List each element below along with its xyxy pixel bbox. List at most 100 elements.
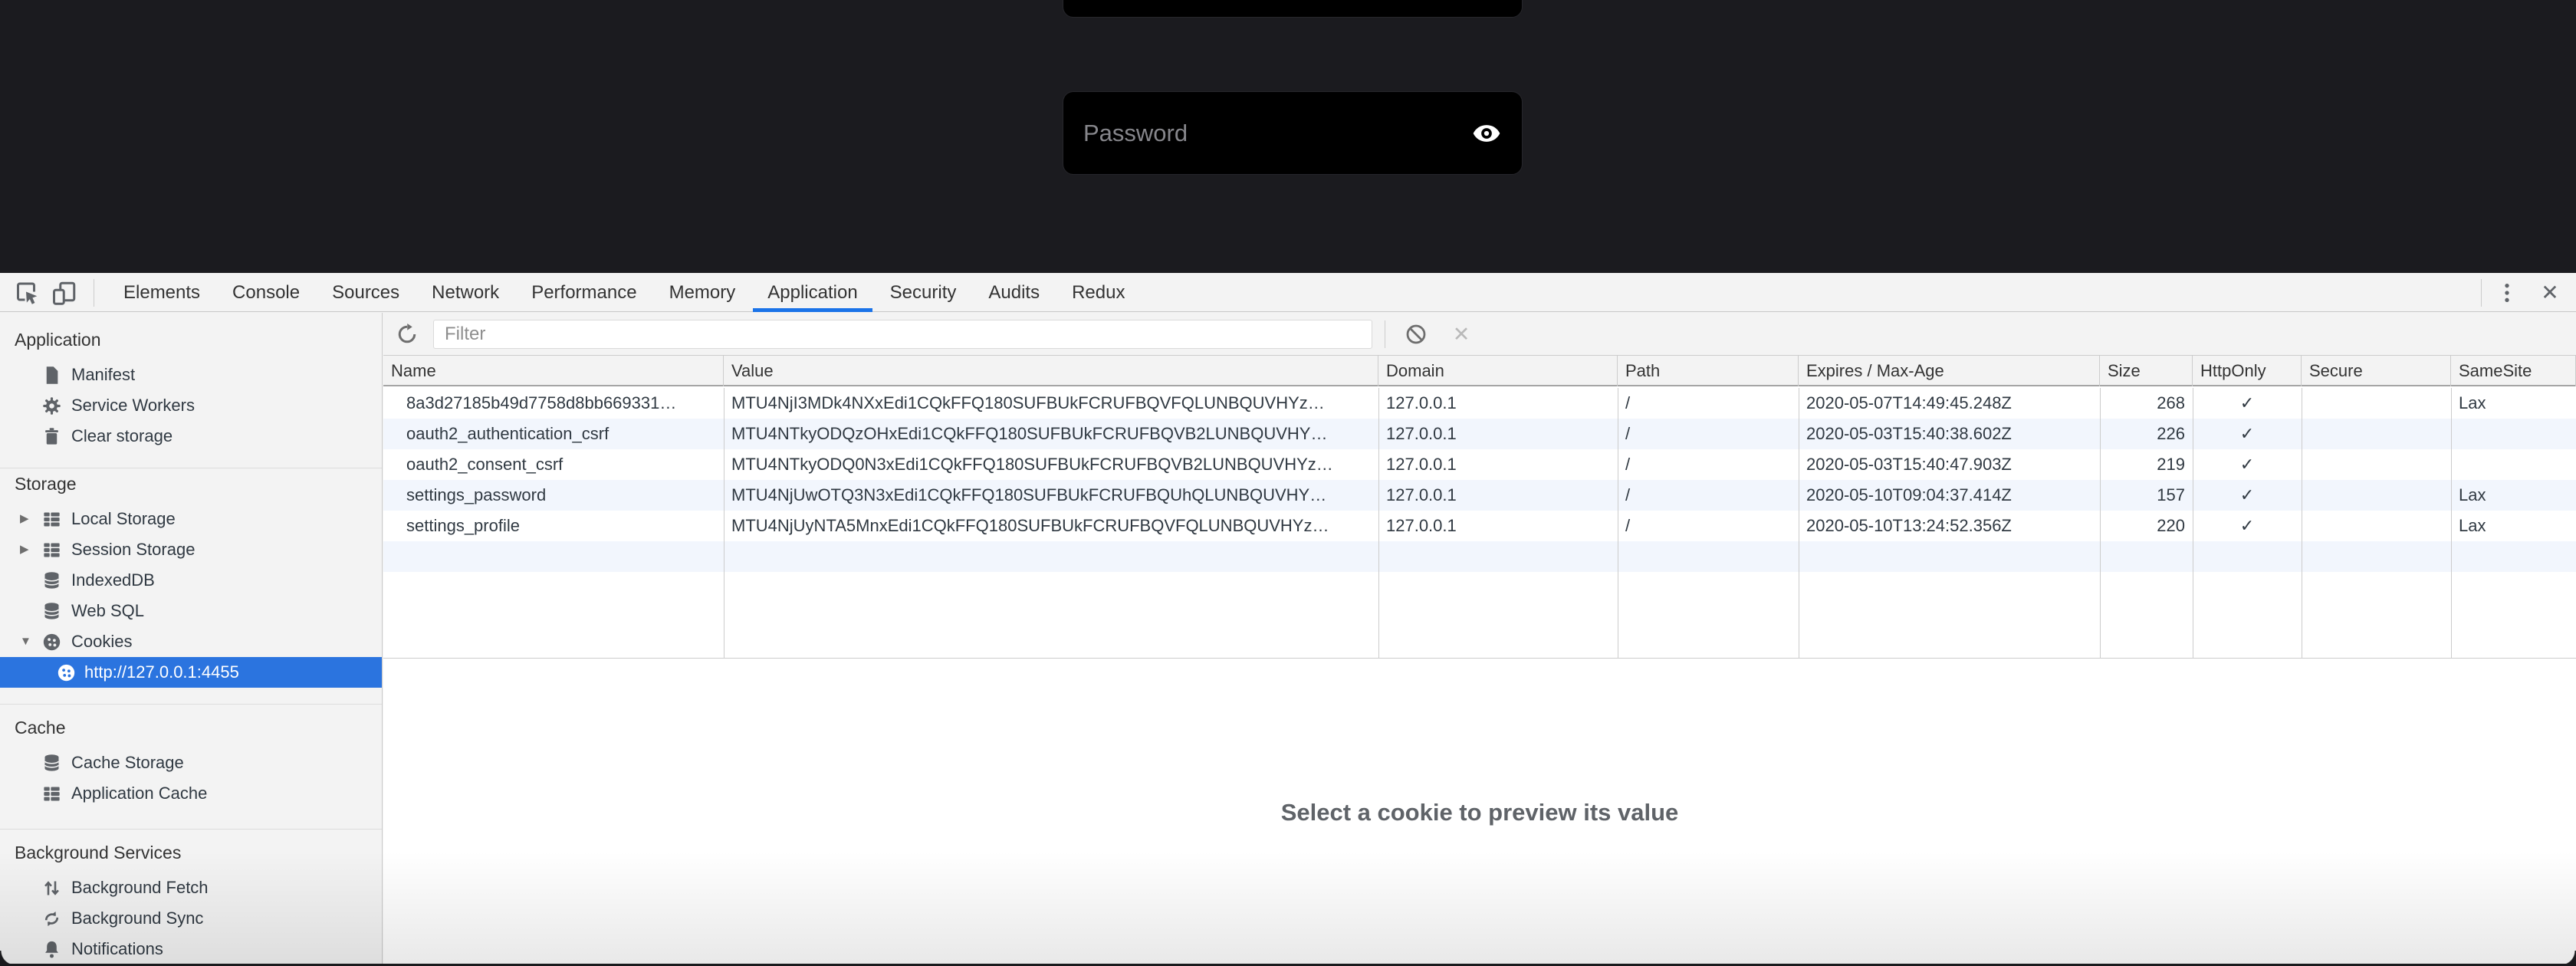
sidebar-item-application-cache[interactable]: Application Cache bbox=[0, 778, 382, 809]
cookie-cell[interactable]: / bbox=[1618, 480, 1799, 511]
cookie-cell[interactable]: MTU4NjUyNTA5MnxEdi1CQkFFQ180SUFBUkFCRUFB… bbox=[724, 511, 1378, 541]
column-header-path[interactable]: Path bbox=[1618, 356, 1799, 386]
sidebar-item-clear-storage[interactable]: Clear storage bbox=[0, 421, 382, 452]
sidebar-item-cookies[interactable]: ▼ Cookies bbox=[0, 626, 382, 657]
column-divider[interactable] bbox=[2100, 388, 2101, 659]
sidebar-item-cookie-origin[interactable]: http://127.0.0.1:4455 bbox=[0, 657, 382, 688]
column-header-name[interactable]: Name bbox=[383, 356, 724, 386]
cookie-cell[interactable] bbox=[2302, 388, 2451, 419]
inspect-icon[interactable] bbox=[12, 279, 40, 307]
cookie-cell[interactable]: MTU4NjUwOTQ3N3xEdi1CQkFFQ180SUFBUkFCRUFB… bbox=[724, 480, 1378, 511]
truncated-input-field[interactable] bbox=[1063, 0, 1523, 18]
cookie-cell[interactable] bbox=[2302, 419, 2451, 449]
tab-performance[interactable]: Performance bbox=[515, 273, 652, 312]
sidebar-item-background-fetch[interactable]: Background Fetch bbox=[0, 872, 382, 903]
cookie-cell[interactable]: 226 bbox=[2100, 419, 2193, 449]
triangle-down-icon[interactable]: ▼ bbox=[20, 626, 31, 657]
triangle-right-icon[interactable]: ▶ bbox=[20, 534, 29, 565]
cookie-cell[interactable]: 219 bbox=[2100, 449, 2193, 480]
column-header-secure[interactable]: Secure bbox=[2302, 356, 2451, 386]
column-header-domain[interactable]: Domain bbox=[1378, 356, 1618, 386]
cookie-cell[interactable]: / bbox=[1618, 449, 1799, 480]
column-header-expires-max-age[interactable]: Expires / Max-Age bbox=[1799, 356, 2100, 386]
cookie-cell[interactable]: Lax bbox=[2451, 388, 2576, 419]
cookie-cell[interactable]: / bbox=[1618, 511, 1799, 541]
sidebar-item-background-sync[interactable]: Background Sync bbox=[0, 903, 382, 934]
cookie-cell[interactable]: oauth2_authentication_csrf bbox=[383, 419, 724, 449]
triangle-right-icon[interactable]: ▶ bbox=[20, 504, 29, 534]
cookie-cell[interactable]: 157 bbox=[2100, 480, 2193, 511]
cookie-cell[interactable]: / bbox=[1618, 419, 1799, 449]
cookie-cell[interactable] bbox=[2451, 449, 2576, 480]
cookie-cell[interactable]: 2020-05-03T15:40:38.602Z bbox=[1799, 419, 2100, 449]
cookie-cell[interactable] bbox=[2302, 480, 2451, 511]
tab-audits[interactable]: Audits bbox=[972, 273, 1056, 312]
clear-icon[interactable]: ✕ bbox=[1447, 313, 1475, 356]
close-icon[interactable]: ✕ bbox=[2535, 273, 2565, 312]
cookie-cell[interactable]: 2020-05-10T09:04:37.414Z bbox=[1799, 480, 2100, 511]
cookie-cell[interactable]: 268 bbox=[2100, 388, 2193, 419]
cookie-cell[interactable]: 127.0.0.1 bbox=[1378, 449, 1618, 480]
column-divider[interactable] bbox=[1378, 388, 1379, 659]
cookie-cell[interactable]: Lax bbox=[2451, 511, 2576, 541]
column-header-value[interactable]: Value bbox=[724, 356, 1378, 386]
tab-security[interactable]: Security bbox=[874, 273, 973, 312]
cookie-cell[interactable] bbox=[2451, 419, 2576, 449]
sidebar-item-web-sql[interactable]: Web SQL bbox=[0, 596, 382, 626]
cookie-cell[interactable] bbox=[2302, 511, 2451, 541]
cookie-row[interactable]: oauth2_authentication_csrfMTU4NTkyODQzOH… bbox=[383, 419, 2576, 449]
cookie-row[interactable]: oauth2_consent_csrfMTU4NTkyODQ0N3xEdi1CQ… bbox=[383, 449, 2576, 480]
cookie-cell[interactable]: ✓ bbox=[2193, 388, 2302, 419]
column-header-httponly[interactable]: HttpOnly bbox=[2193, 356, 2302, 386]
sidebar-item-cache-storage[interactable]: Cache Storage bbox=[0, 748, 382, 778]
cookie-cell[interactable]: MTU4NTkyODQzOHxEdi1CQkFFQ180SUFBUkFCRUFB… bbox=[724, 419, 1378, 449]
cookie-cell[interactable] bbox=[2302, 449, 2451, 480]
sidebar-item-notifications[interactable]: Notifications bbox=[0, 934, 382, 964]
cookie-cell[interactable]: 8a3d27185b49d7758d8bb669331… bbox=[383, 388, 724, 419]
cookie-cell[interactable]: settings_profile bbox=[383, 511, 724, 541]
column-header-samesite[interactable]: SameSite bbox=[2451, 356, 2576, 386]
cookie-cell[interactable]: ✓ bbox=[2193, 419, 2302, 449]
kebab-menu-icon[interactable] bbox=[2495, 281, 2519, 305]
cookie-cell[interactable]: MTU4NjI3MDk4NXxEdi1CQkFFQ180SUFBUkFCRUFB… bbox=[724, 388, 1378, 419]
cookie-cell[interactable]: ✓ bbox=[2193, 449, 2302, 480]
filter-input[interactable] bbox=[433, 320, 1372, 349]
cookie-cell[interactable]: ✓ bbox=[2193, 480, 2302, 511]
cookie-cell[interactable]: ✓ bbox=[2193, 511, 2302, 541]
sidebar-item-session-storage[interactable]: ▶ Session Storage bbox=[0, 534, 382, 565]
cookie-cell[interactable]: 2020-05-10T13:24:52.356Z bbox=[1799, 511, 2100, 541]
device-toolbar-icon[interactable] bbox=[51, 279, 78, 307]
tab-application[interactable]: Application bbox=[751, 273, 873, 312]
cookie-row[interactable]: settings_profileMTU4NjUyNTA5MnxEdi1CQkFF… bbox=[383, 511, 2576, 541]
cookie-cell[interactable]: 127.0.0.1 bbox=[1378, 388, 1618, 419]
column-header-size[interactable]: Size bbox=[2100, 356, 2193, 386]
tab-network[interactable]: Network bbox=[416, 273, 515, 312]
cookie-cell[interactable]: 2020-05-07T14:49:45.248Z bbox=[1799, 388, 2100, 419]
cookie-cell[interactable]: 220 bbox=[2100, 511, 2193, 541]
password-field[interactable] bbox=[1063, 91, 1523, 175]
column-divider[interactable] bbox=[2451, 388, 2452, 659]
cookie-cell[interactable]: 127.0.0.1 bbox=[1378, 511, 1618, 541]
tab-redux[interactable]: Redux bbox=[1056, 273, 1141, 312]
sidebar-item-indexeddb[interactable]: IndexedDB bbox=[0, 565, 382, 596]
tab-elements[interactable]: Elements bbox=[107, 273, 216, 312]
cookie-cell[interactable]: oauth2_consent_csrf bbox=[383, 449, 724, 480]
sidebar-item-service-workers[interactable]: Service Workers bbox=[0, 390, 382, 421]
reload-icon[interactable] bbox=[396, 323, 419, 346]
eye-icon[interactable] bbox=[1471, 118, 1502, 149]
cookie-cell[interactable]: 2020-05-03T15:40:47.903Z bbox=[1799, 449, 2100, 480]
tab-memory[interactable]: Memory bbox=[653, 273, 752, 312]
cookie-row[interactable]: 8a3d27185b49d7758d8bb669331…MTU4NjI3MDk4… bbox=[383, 388, 2576, 419]
cookie-cell[interactable]: 127.0.0.1 bbox=[1378, 480, 1618, 511]
tab-sources[interactable]: Sources bbox=[316, 273, 416, 312]
cookie-cell[interactable]: 127.0.0.1 bbox=[1378, 419, 1618, 449]
sidebar-item-manifest[interactable]: Manifest bbox=[0, 360, 382, 390]
cookie-cell[interactable]: Lax bbox=[2451, 480, 2576, 511]
password-input[interactable] bbox=[1063, 120, 1471, 147]
cookie-cell[interactable]: / bbox=[1618, 388, 1799, 419]
sidebar-item-local-storage[interactable]: ▶ Local Storage bbox=[0, 504, 382, 534]
cookie-cell[interactable]: settings_password bbox=[383, 480, 724, 511]
cookie-cell[interactable]: MTU4NTkyODQ0N3xEdi1CQkFFQ180SUFBUkFCRUFB… bbox=[724, 449, 1378, 480]
tab-console[interactable]: Console bbox=[216, 273, 316, 312]
cookie-row[interactable]: settings_passwordMTU4NjUwOTQ3N3xEdi1CQkF… bbox=[383, 480, 2576, 511]
